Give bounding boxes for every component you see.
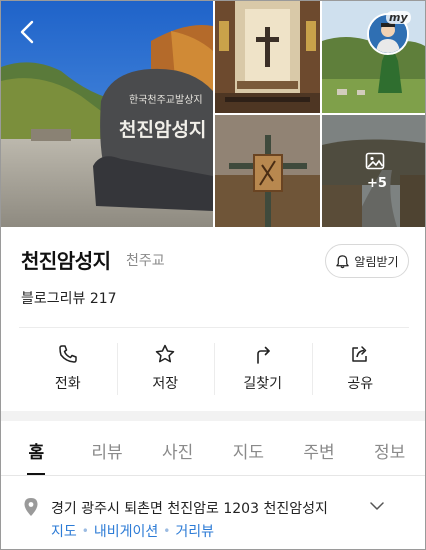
link-separator-dot: • <box>163 524 171 538</box>
call-label: 전화 <box>54 376 81 392</box>
navigation-link[interactable]: 내비게이션 <box>94 521 158 541</box>
chapel-photo[interactable] <box>215 1 320 113</box>
tab-photos[interactable]: 사진 <box>142 425 213 475</box>
directions-icon <box>256 346 270 364</box>
location-pin-icon <box>24 498 38 516</box>
save-button[interactable]: 저장 <box>116 341 215 401</box>
directions-button[interactable]: 길찾기 <box>214 341 312 401</box>
divider <box>19 327 409 328</box>
tab-nearby[interactable]: 주변 <box>284 425 355 475</box>
link-separator-dot: • <box>81 524 89 538</box>
cross-photo[interactable] <box>215 115 320 227</box>
my-label: my <box>386 11 411 24</box>
stone-inscription-line2: 천진암성지 <box>119 119 206 141</box>
back-button[interactable] <box>11 15 45 49</box>
star-icon <box>156 344 175 363</box>
photo-gallery: 한국천주교발상지 천진암성지 +5 my <box>1 1 425 227</box>
section-separator <box>1 411 425 421</box>
share-icon <box>352 346 367 362</box>
more-photos-count: +5 <box>367 176 387 191</box>
call-button[interactable]: 전화 <box>19 341 117 401</box>
tab-bar: 홈 리뷰 사진 지도 주변 정보 <box>1 425 425 475</box>
tab-map[interactable]: 지도 <box>213 425 284 475</box>
place-title: 천진암성지 <box>21 249 111 273</box>
save-label: 저장 <box>152 376 179 392</box>
address-links: 지도 • 내비게이션 • 거리뷰 <box>51 521 214 541</box>
blog-review-count[interactable]: 블로그리뷰 217 <box>21 288 117 308</box>
phone-icon <box>59 345 77 363</box>
tab-info[interactable]: 정보 <box>354 425 425 475</box>
chevron-left-icon <box>20 20 34 44</box>
map-link[interactable]: 지도 <box>51 521 77 541</box>
directions-label: 길찾기 <box>243 376 283 392</box>
share-label: 공유 <box>347 376 374 392</box>
tabs-divider <box>1 475 425 476</box>
more-photos-overlay[interactable] <box>322 115 425 227</box>
place-category: 천주교 <box>126 253 165 269</box>
place-detail-screen: 한국천주교발상지 천진암성지 +5 my 천진암성지 천주교 알림받기 블로그리… <box>0 0 426 550</box>
action-bar: 전화 저장 길찾기 공유 <box>19 341 409 401</box>
tab-home[interactable]: 홈 <box>1 425 72 475</box>
street-view-link[interactable]: 거리뷰 <box>175 521 214 541</box>
tab-reviews[interactable]: 리뷰 <box>72 425 143 475</box>
notify-button[interactable]: 알림받기 <box>325 244 409 278</box>
bell-icon <box>336 254 350 268</box>
stone-inscription-line1: 한국천주교발상지 <box>129 94 203 106</box>
image-icon <box>365 152 385 170</box>
share-button[interactable]: 공유 <box>311 341 410 401</box>
address-text[interactable]: 경기 광주시 퇴촌면 천진암로 1203 천진암성지 <box>51 498 328 518</box>
chevron-down-icon[interactable] <box>369 499 385 513</box>
notify-label: 알림받기 <box>354 254 399 269</box>
